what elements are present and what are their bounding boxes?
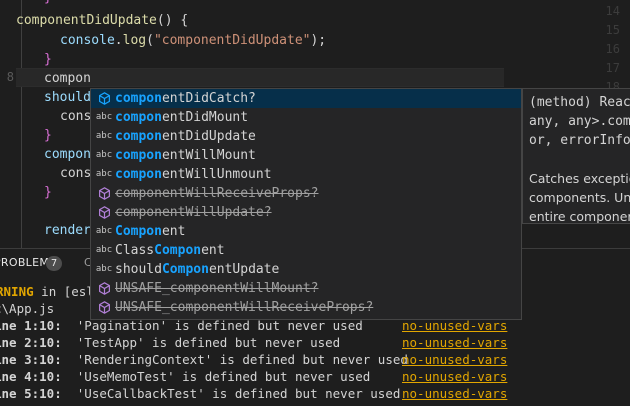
indent-guide — [21, 0, 22, 248]
problem-location: ine 5:10: — [0, 386, 62, 401]
close-paren: ); — [310, 33, 327, 48]
line-number: 16 — [605, 42, 620, 56]
code-line: compon — [44, 147, 91, 162]
abc-icon: abc — [95, 226, 113, 236]
rule-link[interactable]: no-unused-vars — [402, 334, 507, 351]
warning-header: RNING in [esli — [0, 284, 102, 299]
suggestion-label: ClassComponent — [115, 243, 225, 258]
suggestion-label: componentWillMount — [115, 148, 256, 163]
suggestion-item[interactable]: abc componentDidMount — [91, 108, 521, 127]
code-line: } — [44, 128, 52, 143]
suggestion-label: componentDidUpdate — [115, 129, 256, 144]
suggestion-label: componentDidMount — [115, 110, 249, 125]
cube-icon — [95, 89, 113, 108]
problem-message: 'UseMemoTest' is defined but never used — [61, 369, 371, 384]
line-number: 17 — [605, 61, 620, 75]
suggestion-item[interactable]: abc componentDidUpdate — [91, 127, 521, 146]
code-line: cons — [60, 166, 92, 181]
code-line: } — [44, 185, 52, 200]
suggestion-label: UNSAFE_componentWillReceiveProps? — [115, 300, 374, 315]
code-line: componentDidUpdate() { — [16, 11, 188, 30]
line-number: 14 — [605, 4, 620, 18]
suggestion-widget[interactable]: componentDidCatch? abc componentDidMount ab… — [90, 88, 522, 320]
problem-location: ine 4:10: — [0, 369, 62, 384]
problem-row[interactable]: ine 4:10: 'UseMemoTest' is defined but n… — [0, 368, 370, 385]
problem-location: ine 2:10: — [0, 335, 62, 350]
cube-icon — [95, 298, 113, 317]
code-line: } — [44, 0, 52, 7]
method-docs: Catches exceptio components. Un entire c… — [529, 171, 630, 224]
abc-icon: abc — [95, 264, 113, 274]
suggestion-label: Component — [115, 224, 186, 239]
rule-link[interactable]: no-unused-vars — [402, 351, 507, 368]
suggestion-label: shouldComponentUpdate — [115, 262, 280, 277]
abc-icon: abc — [95, 131, 113, 141]
suggestion-item[interactable]: componentDidCatch? — [91, 89, 521, 108]
suggestion-item[interactable]: abc Component — [91, 222, 521, 241]
method-paren: () { — [156, 13, 189, 28]
problem-location: ine 1:10: — [0, 318, 62, 333]
closing-brace: } — [44, 52, 52, 67]
suggestion-label: componentWillUpdate? — [115, 205, 272, 220]
line-number: 15 — [605, 23, 620, 37]
suggestion-label: UNSAFE_componentWillMount? — [115, 281, 319, 296]
problem-location: ine 3:10: — [0, 352, 62, 367]
problem-message: 'Pagination' is defined but never used — [61, 318, 363, 333]
suggestion-item[interactable]: UNSAFE_componentWillReceiveProps? — [91, 298, 521, 317]
abc-icon: abc — [95, 245, 113, 255]
suggestion-label: componentWillUnmount — [115, 167, 272, 182]
suggestion-label: componentDidCatch? — [115, 91, 256, 106]
problem-message: 'TestApp' is defined but never used — [61, 335, 341, 350]
console-object: console — [60, 33, 115, 48]
cube-icon — [95, 184, 113, 203]
rule-link[interactable]: no-unused-vars — [402, 385, 507, 402]
string-literal: "componentDidUpdate" — [153, 33, 311, 48]
problem-row[interactable]: ine 5:10: 'UseCallbackTest' is defined b… — [0, 385, 400, 402]
suggestion-item[interactable]: abc componentWillMount — [91, 146, 521, 165]
problem-message: 'RenderingContext' is defined but never … — [61, 352, 408, 367]
closing-brace: } — [44, 0, 52, 5]
method-signature: (method) React any, any>.comp or, errorI… — [529, 95, 630, 148]
code-line: render — [44, 223, 91, 238]
rule-link[interactable]: no-unused-vars — [402, 368, 507, 385]
suggestion-item[interactable]: componentWillReceiveProps? — [91, 184, 521, 203]
cube-icon — [95, 203, 113, 222]
suggestion-item[interactable]: componentWillUpdate? — [91, 203, 521, 222]
line-number: 8 — [6, 70, 14, 84]
suggestion-item[interactable]: abc componentWillUnmount — [91, 165, 521, 184]
problem-row[interactable]: ine 2:10: 'TestApp' is defined but never… — [0, 334, 340, 351]
log-method: log — [122, 33, 147, 48]
dot: . — [114, 33, 123, 48]
suggestion-item[interactable]: abc shouldComponentUpdate — [91, 260, 521, 279]
cube-icon — [95, 279, 113, 298]
suggestion-label: componentWillReceiveProps? — [115, 186, 319, 201]
code-line: cons — [60, 109, 92, 124]
problem-row[interactable]: ine 3:10: 'RenderingContext' is defined … — [0, 351, 408, 368]
file-path: c\App.js — [0, 301, 55, 316]
abc-icon: abc — [95, 169, 113, 179]
suggestion-item[interactable]: abc ClassComponent — [91, 241, 521, 260]
abc-icon: abc — [95, 150, 113, 160]
typed-text[interactable]: compon — [44, 69, 91, 88]
open-paren: ( — [146, 33, 154, 48]
abc-icon: abc — [95, 112, 113, 122]
problem-message: 'UseCallbackTest' is defined but never u… — [61, 386, 401, 401]
code-line: should — [44, 90, 91, 105]
code-line: console.log("componentDidUpdate"); — [60, 31, 326, 50]
suggestion-item[interactable]: UNSAFE_componentWillMount? — [91, 279, 521, 298]
code-line: } — [44, 50, 52, 69]
problems-count-badge: 7 — [46, 256, 62, 271]
method-name: componentDidUpdate — [16, 13, 157, 28]
suggestion-details: (method) React any, any>.comp or, errorI… — [522, 88, 630, 224]
